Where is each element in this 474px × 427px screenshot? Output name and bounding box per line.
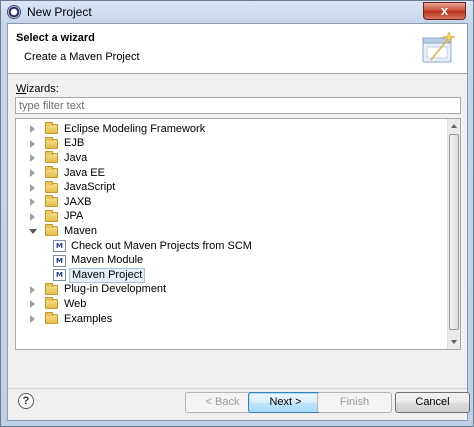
tree-item-label: EJB	[64, 137, 85, 150]
tree-item-maven[interactable]: Maven	[28, 224, 99, 239]
tree-item-eclipse-modeling-framework[interactable]: Eclipse Modeling Framework	[28, 122, 207, 137]
tree-item-label: Web	[64, 297, 87, 310]
tree-rows: Eclipse Modeling Framework EJB Java Java EE…	[16, 119, 448, 349]
wizard-header: Select a wizard Create a Maven Project	[8, 24, 467, 74]
tree-item-check-out-maven-projects-from-scm[interactable]: M Check out Maven Projects from SCM	[53, 239, 254, 254]
scroll-thumb[interactable]	[449, 134, 459, 330]
tree-item-label: Examples	[64, 312, 113, 325]
tree-item-label: Maven	[64, 224, 98, 237]
tree-item-plug-in-development[interactable]: Plug-in Development	[28, 282, 168, 298]
collapse-arrow-icon[interactable]	[28, 154, 37, 163]
next-button[interactable]: Next >	[248, 392, 323, 413]
page-description: Create a Maven Project	[24, 51, 140, 63]
tree-item-label: Maven Module	[71, 254, 144, 267]
collapse-arrow-icon[interactable]	[28, 315, 37, 324]
tree-item-label: Maven Project	[69, 267, 146, 283]
collapse-arrow-icon[interactable]	[28, 139, 37, 148]
tree-item-label: JPA	[64, 210, 84, 223]
page-title: Select a wizard	[16, 32, 95, 44]
window-title: New Project	[27, 5, 92, 19]
folder-icon	[45, 297, 58, 310]
folder-icon	[45, 151, 58, 164]
folder-icon	[45, 166, 58, 179]
tree-item-label: Check out Maven Projects from SCM	[71, 239, 252, 252]
new-project-window: New Project x Select a wizard Create a M…	[0, 0, 474, 427]
scroll-down-icon[interactable]	[451, 340, 457, 344]
collapse-arrow-icon[interactable]	[28, 125, 37, 134]
folder-icon	[45, 312, 58, 325]
folder-icon	[45, 136, 58, 149]
tree-item-javascript[interactable]: JavaScript	[28, 180, 117, 195]
maven-wizard-icon: M	[53, 254, 66, 267]
folder-icon	[45, 224, 58, 237]
collapse-arrow-icon[interactable]	[28, 212, 37, 221]
tree-item-label: JAXB	[64, 195, 92, 208]
tree-item-maven-module[interactable]: M Maven Module	[53, 253, 145, 268]
collapse-arrow-icon[interactable]	[28, 300, 37, 309]
dialog-body: Select a wizard Create a Maven Project W…	[7, 23, 470, 421]
tree-item-label: JavaScript	[64, 181, 116, 194]
eclipse-icon	[7, 5, 21, 19]
scroll-up-icon[interactable]	[451, 124, 457, 128]
cancel-button[interactable]: Cancel	[395, 392, 470, 413]
collapse-arrow-icon[interactable]	[28, 169, 37, 178]
folder-icon	[45, 209, 58, 222]
tree-item-label: Plug-in Development	[64, 283, 167, 296]
title-bar[interactable]: New Project x	[1, 1, 473, 23]
help-button[interactable]: ?	[18, 393, 34, 409]
filter-input[interactable]	[15, 97, 461, 114]
tree-item-java[interactable]: Java	[28, 151, 89, 166]
folder-icon	[45, 180, 58, 193]
expand-arrow-icon[interactable]	[28, 227, 37, 236]
folder-icon	[45, 122, 58, 135]
tree-item-web[interactable]: Web	[28, 297, 88, 312]
close-button[interactable]: x	[423, 2, 466, 20]
footer-divider	[8, 388, 467, 389]
vertical-scrollbar[interactable]	[447, 119, 460, 349]
tree-item-examples[interactable]: Examples	[28, 312, 114, 327]
tree-item-jpa[interactable]: JPA	[28, 209, 85, 225]
tree-item-java-ee[interactable]: Java EE	[28, 166, 107, 181]
finish-button[interactable]: Finish	[317, 392, 392, 413]
tree-item-jaxb[interactable]: JAXB	[28, 195, 94, 210]
tree-item-label: Java EE	[64, 166, 105, 179]
wizards-label: Wizards:	[16, 83, 59, 95]
folder-icon	[45, 282, 58, 295]
folder-icon	[45, 195, 58, 208]
collapse-arrow-icon[interactable]	[28, 183, 37, 192]
collapse-arrow-icon[interactable]	[28, 198, 37, 207]
tree-item-maven-project[interactable]: M Maven Project	[53, 267, 146, 283]
maven-wizard-icon: M	[53, 269, 66, 282]
tree-item-label: Eclipse Modeling Framework	[64, 122, 206, 135]
tree-item-ejb[interactable]: EJB	[28, 136, 86, 152]
collapse-arrow-icon[interactable]	[28, 285, 37, 294]
maven-wizard-icon: M	[53, 240, 66, 253]
tree-item-label: Java	[64, 151, 88, 164]
wizard-banner-icon	[422, 31, 457, 63]
wizard-tree[interactable]: Eclipse Modeling Framework EJB Java Java EE…	[15, 118, 461, 350]
